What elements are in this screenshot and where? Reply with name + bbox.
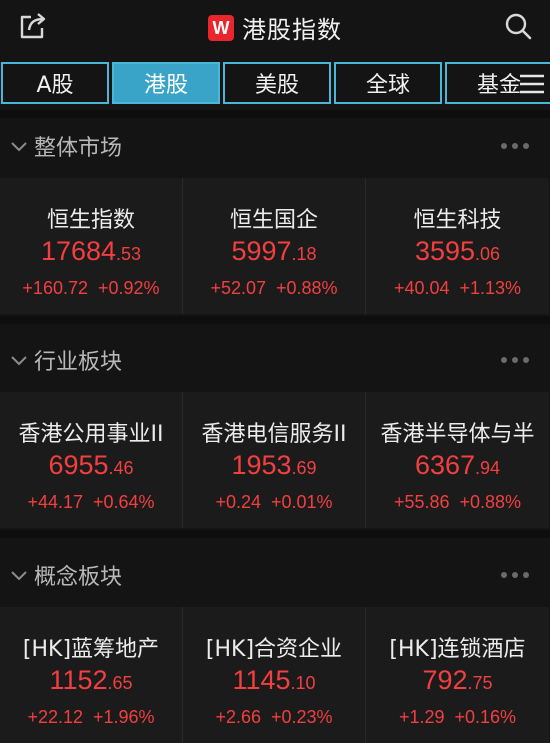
divider <box>0 530 550 538</box>
tab-menu-icon[interactable] <box>518 73 546 95</box>
card-price: 1145.10 <box>232 665 316 695</box>
tab-global[interactable]: 全球 <box>334 62 442 104</box>
section-header-concept[interactable]: 概念板块 <box>0 555 550 595</box>
card-name: [HK]合资企业 <box>205 637 343 662</box>
top-bar: W 港股指数 <box>0 0 550 52</box>
index-card[interactable]: 恒生科技 3595.06 +40.04 +1.13% <box>366 178 549 314</box>
card-price: 6955.46 <box>48 450 134 480</box>
card-change: +160.72 +0.92% <box>22 278 160 298</box>
card-price: 792.75 <box>422 665 493 695</box>
market-tabs: A股 港股 美股 全球 基金 <box>0 62 550 104</box>
card-change: +44.17 +0.64% <box>27 492 155 512</box>
card-price: 1152.65 <box>49 665 133 695</box>
card-change: +2.66 +0.23% <box>215 707 333 727</box>
card-name: 香港公用事业II <box>18 422 164 447</box>
card-name: [HK]蓝筹地产 <box>22 637 160 662</box>
index-card[interactable]: 香港半导体与半 6367.94 +55.86 +0.88% <box>366 392 549 528</box>
card-name: 香港半导体与半 <box>380 422 535 447</box>
divider <box>0 316 550 324</box>
chevron-down-icon <box>11 142 27 152</box>
chevron-down-icon <box>11 571 27 581</box>
index-card[interactable]: [HK]合资企业 1145.10 +2.66 +0.23% <box>183 607 366 743</box>
card-change: +55.86 +0.88% <box>393 492 522 512</box>
card-change: +22.12 +1.96% <box>27 707 155 727</box>
section-title: 概念板块 <box>34 565 123 590</box>
card-price: 1953.69 <box>231 450 317 480</box>
divider <box>0 110 550 118</box>
card-name: 恒生国企 <box>229 208 318 233</box>
card-change: +1.29 +0.16% <box>398 707 517 727</box>
chevron-down-icon <box>11 356 27 366</box>
more-icon[interactable] <box>500 356 530 364</box>
card-change: +40.04 +1.13% <box>393 278 522 298</box>
section-title: 行业板块 <box>34 350 123 375</box>
app-logo-icon: W <box>208 14 234 41</box>
index-card[interactable]: [HK]连锁酒店 792.75 +1.29 +0.16% <box>366 607 549 743</box>
card-name: 香港电信服务II <box>201 422 347 447</box>
card-grid: 香港公用事业II 6955.46 +44.17 +0.64% 香港电信服务II 1… <box>0 392 550 528</box>
tab-a-shares[interactable]: A股 <box>1 62 109 104</box>
card-price: 3595.06 <box>414 236 501 266</box>
index-card[interactable]: 恒生国企 5997.18 +52.07 +0.88% <box>183 178 366 314</box>
index-card[interactable]: [HK]蓝筹地产 1152.65 +22.12 +1.96% <box>0 607 183 743</box>
card-name: 恒生科技 <box>413 208 502 233</box>
card-price: 5997.18 <box>231 236 317 266</box>
more-icon[interactable] <box>500 571 530 579</box>
tab-hk-stocks[interactable]: 港股 <box>112 62 220 104</box>
more-icon[interactable] <box>500 142 530 150</box>
card-change: +52.07 +0.88% <box>210 278 338 298</box>
section-header-overall-market[interactable]: 整体市场 <box>0 126 550 166</box>
section-header-industry[interactable]: 行业板块 <box>0 340 550 380</box>
index-card[interactable]: 恒生指数 17684.53 +160.72 +0.92% <box>0 178 183 314</box>
section-title: 整体市场 <box>34 136 123 161</box>
card-change: +0.24 +0.01% <box>215 492 333 512</box>
card-grid: 恒生指数 17684.53 +160.72 +0.92% 恒生国企 5997.18… <box>0 178 550 314</box>
card-name: [HK]连锁酒店 <box>389 637 526 662</box>
index-card[interactable]: 香港公用事业II 6955.46 +44.17 +0.64% <box>0 392 183 528</box>
card-price: 6367.94 <box>414 450 501 480</box>
index-card[interactable]: 香港电信服务II 1953.69 +0.24 +0.01% <box>183 392 366 528</box>
tab-us-stocks[interactable]: 美股 <box>223 62 331 104</box>
card-name: 恒生指数 <box>46 208 135 233</box>
search-icon[interactable] <box>504 12 532 40</box>
card-grid: [HK]蓝筹地产 1152.65 +22.12 +1.96% [HK]合资企业 1… <box>0 607 550 743</box>
page-title: 港股指数 <box>242 16 342 44</box>
card-price: 17684.53 <box>40 236 142 266</box>
